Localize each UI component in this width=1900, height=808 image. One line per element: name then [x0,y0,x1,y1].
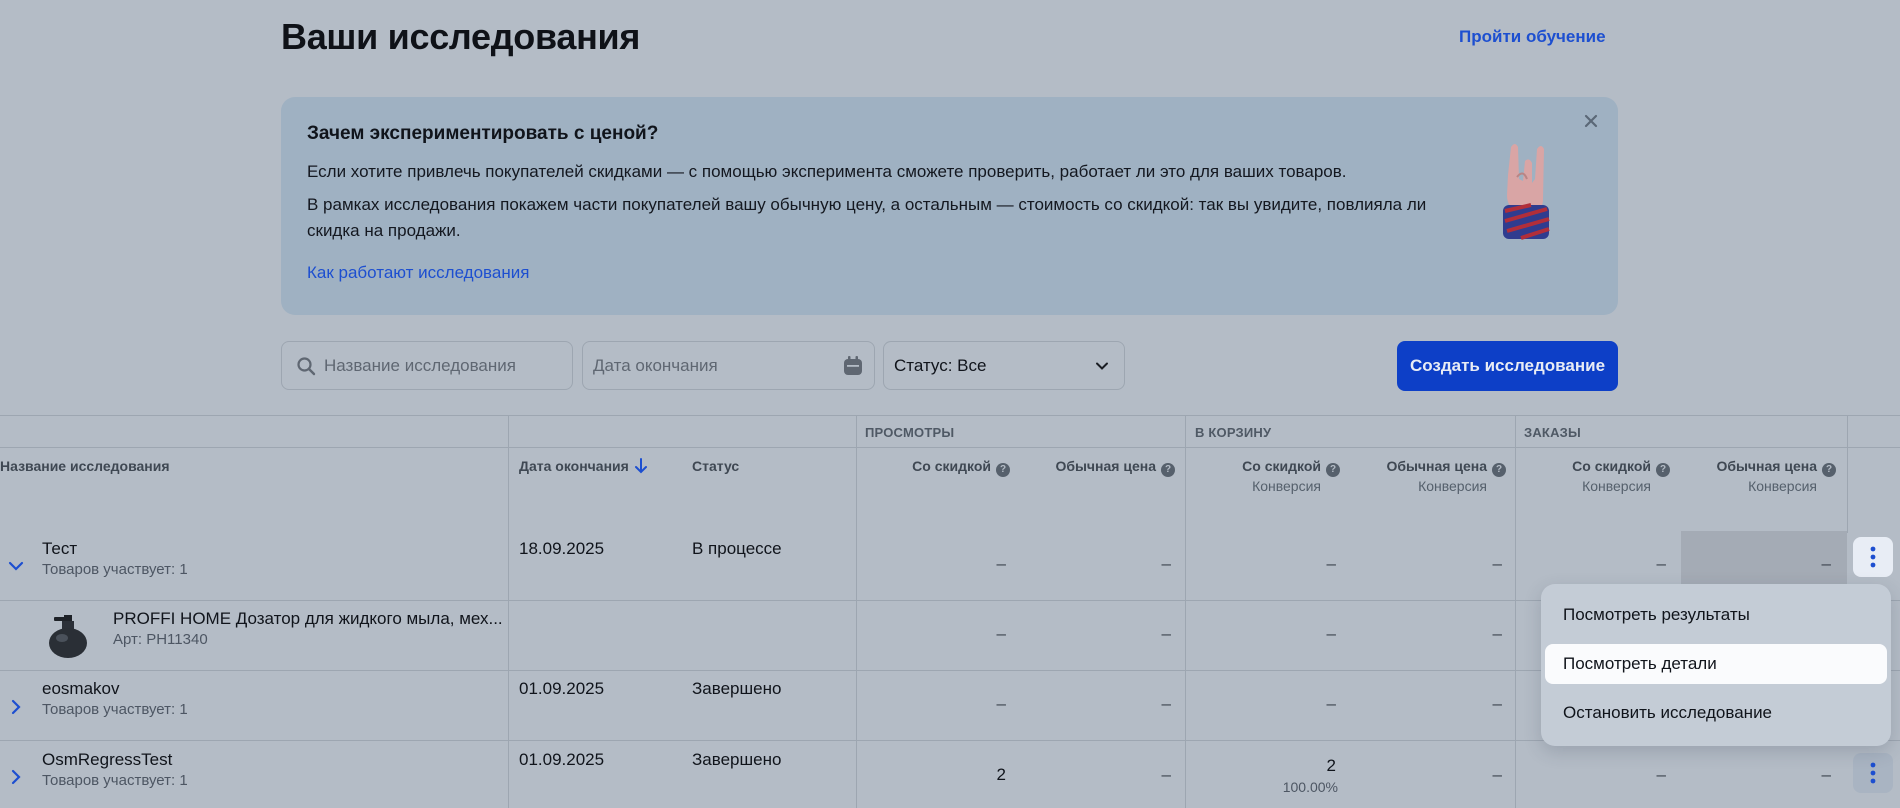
col-sub-conversion: Конверсия [1582,478,1651,494]
row-value: – [1326,624,1336,643]
col-cart-discount[interactable]: Со скидкой? Конверсия [1200,457,1340,495]
more-vertical-icon [1870,762,1876,784]
info-card-text: Если хотите привлечь покупателей скидкам… [307,162,1347,181]
col-label: Со скидкой [1242,458,1321,474]
help-icon[interactable]: ? [1656,463,1670,477]
col-cart-regular[interactable]: Обычная цена? Конверсия [1345,457,1506,495]
row-actions-button[interactable] [1853,753,1893,793]
group-cart: В КОРЗИНУ [1195,425,1272,440]
col-orders-regular[interactable]: Обычная цена? Конверсия [1675,457,1836,495]
col-status[interactable]: Статус [692,457,739,475]
row-sub: Товаров участвует: 1 [42,701,188,718]
menu-item-view-results[interactable]: Посмотреть результаты [1545,595,1887,635]
help-icon[interactable]: ? [996,463,1010,477]
row-status: В процессе [692,539,782,558]
row-status: Завершено [692,679,782,698]
info-card-text-2: В рамках исследования покажем части поку… [307,195,1427,240]
search-icon [297,356,316,375]
chevron-right-icon[interactable] [7,768,25,786]
table-group-header: ПРОСМОТРЫ В КОРЗИНУ ЗАКАЗЫ [0,416,1900,448]
tutorial-link[interactable]: Пройти обучение [1459,27,1606,47]
row-actions-button[interactable] [1853,537,1893,577]
row-value: – [1161,554,1171,573]
menu-item-stop-study[interactable]: Остановить исследование [1545,693,1887,733]
row-sub: Арт: PH11340 [113,631,208,648]
row-value: – [1326,694,1336,713]
row-value: – [996,624,1006,643]
row-value: – [1326,554,1336,573]
col-label: Обычная цена [1386,458,1487,474]
col-orders-discount[interactable]: Со скидкой? Конверсия [1530,457,1670,495]
calendar-icon[interactable] [842,355,864,377]
help-icon[interactable]: ? [1161,463,1175,477]
search-field[interactable] [281,341,573,390]
col-views-regular[interactable]: Обычная цена? [1014,457,1175,477]
row-value: – [1161,765,1171,784]
row-value: – [996,694,1006,713]
row-sub: Товаров участвует: 1 [42,772,188,789]
product-image [49,615,87,658]
row-name[interactable]: OsmRegressTest [42,750,172,770]
close-icon[interactable] [1581,111,1601,131]
row-name[interactable]: PROFFI HOME Дозатор для жидкого мыла, ме… [113,609,503,629]
row-name[interactable]: eosmakov [42,679,119,699]
row-value: – [1656,765,1666,784]
row-value: – [1656,554,1666,573]
row-actions-menu: Посмотреть результаты Посмотреть детали … [1541,584,1891,746]
info-card: Зачем экспериментировать с ценой? Если х… [281,97,1618,315]
status-select-value: Статус: Все [894,355,987,375]
row-value: – [1492,765,1502,784]
row-value: – [1492,554,1502,573]
sort-arrow-down-icon[interactable] [634,458,648,474]
col-views-discount[interactable]: Со скидкой? [880,457,1010,477]
row-sub: Товаров участвует: 1 [42,561,188,578]
row-value: – [1161,624,1171,643]
menu-item-view-details[interactable]: Посмотреть детали [1545,644,1887,684]
help-icon[interactable]: ? [1492,463,1506,477]
col-sub-conversion: Конверсия [1748,478,1817,494]
col-label: Обычная цена [1055,458,1156,474]
info-card-title: Зачем экспериментировать с ценой? [307,123,659,144]
row-status: Завершено [692,750,782,769]
col-name[interactable]: Название исследования [0,457,170,475]
create-study-button[interactable]: Создать исследование [1397,341,1618,391]
row-date: 01.09.2025 [519,679,605,698]
end-date-input[interactable] [593,355,813,376]
row-date: 01.09.2025 [519,750,605,769]
row-value: 2 [996,765,1006,784]
group-views: ПРОСМОТРЫ [865,425,955,440]
chevron-down-icon [1096,362,1108,370]
row-value: – [1821,554,1831,573]
row-name[interactable]: Тест [42,539,77,559]
end-date-field[interactable] [582,341,875,390]
row-value: – [1492,624,1502,643]
col-end-date-label: Дата окончания [519,458,629,474]
row-value: – [996,554,1006,573]
row-value: – [1821,765,1831,784]
more-vertical-icon [1870,546,1876,568]
col-label: Со скидкой [912,458,991,474]
col-sub-conversion: Конверсия [1252,478,1321,494]
how-it-works-link[interactable]: Как работают исследования [307,263,529,283]
group-orders: ЗАКАЗЫ [1524,425,1581,440]
col-label: Со скидкой [1572,458,1651,474]
row-date: 18.09.2025 [519,539,605,558]
chevron-right-icon[interactable] [7,698,25,716]
row-value: – [1492,694,1502,713]
search-input[interactable] [324,355,544,376]
chevron-down-icon[interactable] [7,557,25,575]
row-value: – [1161,694,1171,713]
col-label: Обычная цена [1716,458,1817,474]
table-row[interactable]: OsmRegressTest Товаров участвует: 1 01.0… [0,741,1900,808]
col-sub-conversion: Конверсия [1418,478,1487,494]
help-icon[interactable]: ? [1822,463,1836,477]
status-select[interactable]: Статус: Все [883,341,1125,390]
col-end-date[interactable]: Дата окончания [519,457,648,475]
rock-hand-icon [1503,144,1550,240]
row-conversion: 100.00% [1282,779,1338,795]
help-icon[interactable]: ? [1326,463,1340,477]
page-title: Ваши исследования [281,16,641,57]
filters-bar: Статус: Все Создать исследование [0,341,1900,391]
row-value: 2 [1326,756,1336,775]
